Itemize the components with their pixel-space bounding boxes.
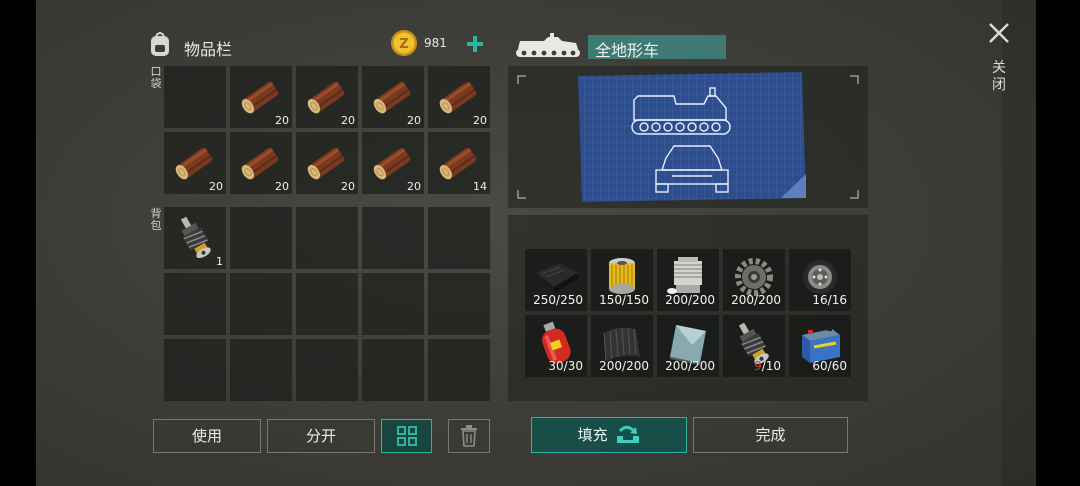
pocket-slot[interactable] xyxy=(164,66,226,128)
trash-icon xyxy=(461,425,477,447)
vehicle-name-box: 全地形车 xyxy=(588,35,726,60)
backpack-slot[interactable] xyxy=(164,339,226,401)
backpack-slot[interactable] xyxy=(296,339,358,401)
inventory-title: 物品栏 xyxy=(184,40,233,59)
grid-icon xyxy=(396,426,417,446)
requirement-slot[interactable]: 200/200 xyxy=(657,249,719,311)
pocket-slot[interactable]: 20 xyxy=(296,132,358,194)
item-count: 9/10 xyxy=(754,359,781,373)
vehicle-name: 全地形车 xyxy=(595,41,660,60)
requirement-slot[interactable]: 200/200 xyxy=(657,315,719,377)
pocket-slot[interactable]: 20 xyxy=(230,132,292,194)
backpack-slot[interactable] xyxy=(362,339,424,401)
backpack-label: 背包 xyxy=(150,207,162,232)
item-count: 14 xyxy=(473,180,487,193)
item-count: 20 xyxy=(275,114,289,127)
item-count: 20 xyxy=(341,114,355,127)
backpack-slot[interactable]: 1 xyxy=(164,207,226,269)
item-count: 20 xyxy=(407,114,421,127)
close-button[interactable] xyxy=(986,20,1012,46)
requirement-slot[interactable]: 250/250 xyxy=(525,249,587,311)
svg-text:Z: Z xyxy=(399,37,408,52)
sort-button[interactable] xyxy=(381,419,432,453)
pocket-slot[interactable]: 14 xyxy=(428,132,490,194)
item-count: 150/150 xyxy=(599,293,649,307)
item-count: 20 xyxy=(473,114,487,127)
shock-absorber-icon xyxy=(180,216,211,259)
coin-icon: Z xyxy=(390,29,418,57)
requirement-slot[interactable]: 16/16 xyxy=(789,249,851,311)
item-count: 20 xyxy=(341,180,355,193)
pocket-slot[interactable]: 20 xyxy=(428,66,490,128)
use-button[interactable]: 使用 xyxy=(153,419,261,453)
pocket-label: 口袋 xyxy=(150,65,162,90)
backpack-slot[interactable] xyxy=(428,207,490,269)
pocket-slot[interactable]: 20 xyxy=(164,132,226,194)
requirement-slot[interactable]: 200/200 xyxy=(591,315,653,377)
item-count: 200/200 xyxy=(731,293,781,307)
pocket-slot[interactable]: 20 xyxy=(362,132,424,194)
item-count: 20 xyxy=(407,180,421,193)
fill-button[interactable]: 填充 xyxy=(531,417,687,453)
backpack-slot[interactable] xyxy=(428,273,490,335)
close-icon xyxy=(989,23,1009,43)
right-side-bar xyxy=(1002,0,1072,486)
item-count: 1 xyxy=(216,255,223,268)
coin-count: 981 xyxy=(424,36,447,50)
close-label[interactable]: 关闭 xyxy=(991,60,1007,94)
item-count: 250/250 xyxy=(533,293,583,307)
add-coins-button[interactable] xyxy=(464,31,486,57)
vehicle-icon xyxy=(514,33,582,61)
pocket-slot[interactable]: 20 xyxy=(362,66,424,128)
item-count: 200/200 xyxy=(665,293,715,307)
backpack-slot[interactable] xyxy=(230,339,292,401)
backpack-slot[interactable] xyxy=(230,207,292,269)
item-count: 30/30 xyxy=(548,359,583,373)
fill-icon xyxy=(617,425,640,443)
done-button[interactable]: 完成 xyxy=(693,417,848,453)
delete-button[interactable] xyxy=(448,419,490,453)
backpack-slot[interactable] xyxy=(296,207,358,269)
item-count: 20 xyxy=(275,180,289,193)
plus-icon xyxy=(467,36,483,52)
backpack-slot[interactable] xyxy=(230,273,292,335)
backpack-slot[interactable] xyxy=(362,273,424,335)
requirement-slot[interactable]: 200/200 xyxy=(723,249,785,311)
requirement-slot[interactable]: 150/150 xyxy=(591,249,653,311)
pocket-slot[interactable]: 20 xyxy=(296,66,358,128)
pocket-slot[interactable]: 20 xyxy=(230,66,292,128)
fill-label: 填充 xyxy=(577,426,608,444)
requirement-slot[interactable]: 9/10 xyxy=(723,315,785,377)
backpack-slot[interactable] xyxy=(362,207,424,269)
split-button[interactable]: 分开 xyxy=(267,419,375,453)
vehicle-blueprint xyxy=(576,70,808,204)
backpack-slot[interactable] xyxy=(428,339,490,401)
item-count: 200/200 xyxy=(599,359,649,373)
backpack-slot[interactable] xyxy=(164,273,226,335)
backpack-icon xyxy=(148,30,172,58)
requirement-slot[interactable]: 60/60 xyxy=(789,315,851,377)
item-count: 16/16 xyxy=(812,293,847,307)
requirement-slot[interactable]: 30/30 xyxy=(525,315,587,377)
item-count: 20 xyxy=(209,180,223,193)
blueprint-panel xyxy=(508,66,868,208)
item-count: 200/200 xyxy=(665,359,715,373)
item-count: 60/60 xyxy=(812,359,847,373)
backpack-slot[interactable] xyxy=(296,273,358,335)
